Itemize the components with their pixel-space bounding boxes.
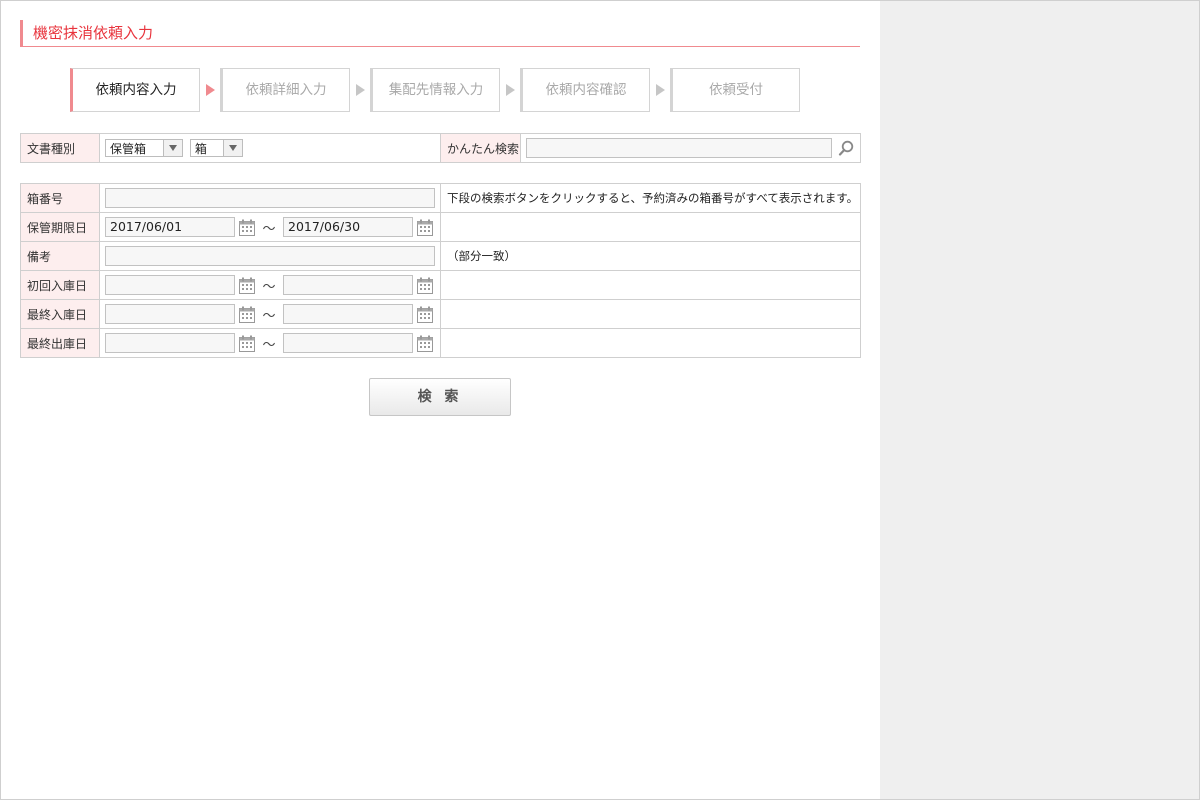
quick-search-input[interactable]	[526, 138, 832, 158]
form-row-box-number: 箱番号 下段の検索ボタンをクリックすると、予約済みの箱番号がすべて表示されます。	[20, 183, 861, 213]
last-retrieval-to-input[interactable]	[283, 333, 413, 353]
range-separator: 〜	[262, 337, 276, 353]
step-arrow-icon	[356, 84, 365, 96]
remarks-note: （部分一致）	[440, 241, 861, 271]
calendar-icon[interactable]	[239, 277, 255, 294]
first-storage-from-input[interactable]	[105, 275, 235, 295]
range-separator: 〜	[262, 221, 276, 237]
doc-subtype-select-value: 箱	[194, 142, 207, 156]
filter-table: 文書種別 保管箱 箱 かんたん検索	[20, 133, 861, 163]
last-storage-from-input[interactable]	[105, 304, 235, 324]
calendar-icon[interactable]	[239, 335, 255, 352]
chevron-down-icon	[222, 140, 242, 156]
step-arrow-icon	[656, 84, 665, 96]
box-number-note: 下段の検索ボタンをクリックすると、予約済みの箱番号がすべて表示されます。	[440, 183, 861, 213]
quick-search-label: かんたん検索	[440, 133, 521, 163]
step-2: 依頼詳細入力	[220, 68, 350, 112]
doc-subtype-select[interactable]: 箱	[189, 139, 243, 157]
main-content: 機密抹消依頼入力 依頼内容入力 依頼詳細入力 集配先情報入力 依頼内容確認 依頼…	[20, 20, 861, 418]
box-number-input[interactable]	[105, 188, 435, 208]
first-storage-to-input[interactable]	[283, 275, 413, 295]
step-5: 依頼受付	[670, 68, 800, 112]
retention-from-input[interactable]: 2017/06/01	[105, 217, 235, 237]
retention-period-label: 保管期限日	[20, 212, 100, 242]
calendar-icon[interactable]	[417, 277, 433, 294]
doc-type-select-value: 保管箱	[110, 142, 147, 156]
remarks-label: 備考	[20, 241, 100, 271]
calendar-icon[interactable]	[239, 306, 255, 323]
box-number-label: 箱番号	[20, 183, 100, 213]
empty-note	[440, 328, 861, 358]
last-retrieval-from-input[interactable]	[105, 333, 235, 353]
empty-note	[440, 212, 861, 242]
calendar-icon[interactable]	[239, 219, 255, 236]
retention-to-input[interactable]: 2017/06/30	[283, 217, 413, 237]
calendar-icon[interactable]	[417, 306, 433, 323]
empty-note	[440, 299, 861, 329]
page-title: 機密抹消依頼入力	[20, 20, 860, 47]
form-row-remarks: 備考 （部分一致）	[20, 241, 861, 271]
range-separator: 〜	[262, 279, 276, 295]
last-storage-label: 最終入庫日	[20, 299, 100, 329]
range-separator: 〜	[262, 308, 276, 324]
form-row-last-storage: 最終入庫日 〜	[20, 299, 861, 329]
search-button[interactable]: 検 索	[369, 378, 511, 416]
form-row-retention-period: 保管期限日 2017/06/01 〜 2017/06/30	[20, 212, 861, 242]
step-arrow-icon	[206, 84, 215, 96]
step-indicator: 依頼内容入力 依頼詳細入力 集配先情報入力 依頼内容確認 依頼受付	[20, 68, 860, 112]
last-retrieval-label: 最終出庫日	[20, 328, 100, 358]
remarks-input[interactable]	[105, 246, 435, 266]
search-icon[interactable]	[838, 140, 854, 156]
empty-note	[440, 270, 861, 300]
step-arrow-icon	[506, 84, 515, 96]
search-form-table: 箱番号 下段の検索ボタンをクリックすると、予約済みの箱番号がすべて表示されます。…	[20, 183, 861, 358]
first-storage-label: 初回入庫日	[20, 270, 100, 300]
chevron-down-icon	[163, 140, 182, 156]
side-panel	[880, 1, 1199, 799]
calendar-icon[interactable]	[417, 219, 433, 236]
doc-type-label: 文書種別	[20, 133, 100, 163]
step-3: 集配先情報入力	[370, 68, 500, 112]
calendar-icon[interactable]	[417, 335, 433, 352]
form-row-last-retrieval: 最終出庫日 〜	[20, 328, 861, 358]
step-1: 依頼内容入力	[70, 68, 200, 112]
last-storage-to-input[interactable]	[283, 304, 413, 324]
step-4: 依頼内容確認	[520, 68, 650, 112]
form-row-first-storage: 初回入庫日 〜	[20, 270, 861, 300]
doc-type-select[interactable]: 保管箱	[105, 139, 183, 157]
